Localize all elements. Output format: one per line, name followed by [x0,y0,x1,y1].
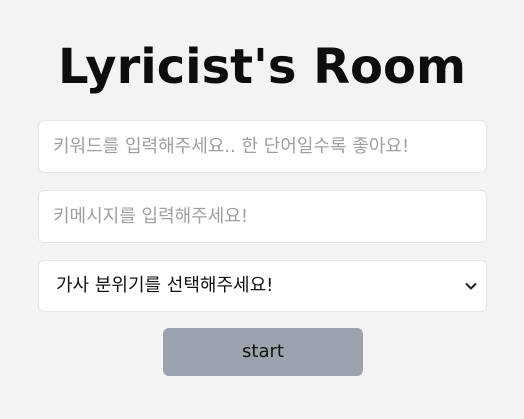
page-title: Lyricist's Room [57,39,467,95]
mood-select[interactable]: 가사 분위기를 선택해주세요! [38,260,487,312]
keyword-input[interactable] [38,120,487,173]
lyricist-room-page: Lyricist's Room 가사 분위기를 선택해주세요! start [0,0,524,419]
start-button[interactable]: start [163,328,363,376]
key-message-input[interactable] [38,190,487,243]
mood-select-value: 가사 분위기를 선택해주세요! [56,275,274,296]
chevron-down-icon [465,283,477,290]
